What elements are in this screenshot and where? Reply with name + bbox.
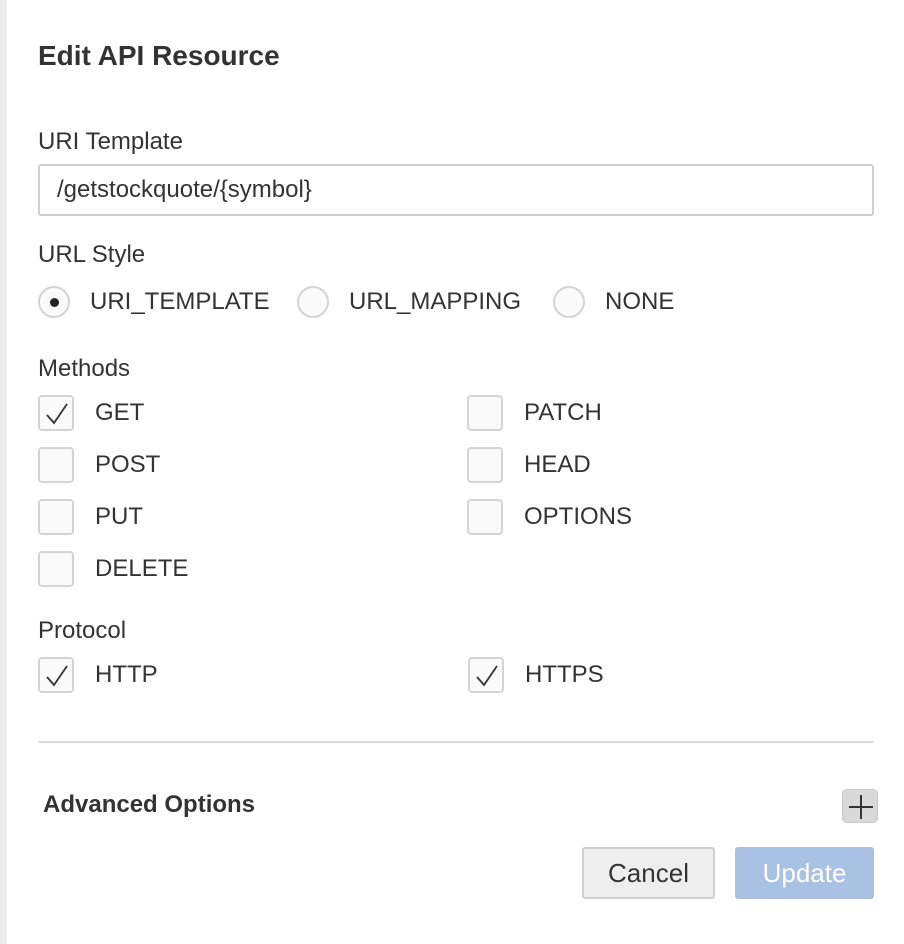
url-style-option-uri-template[interactable]: URI_TEMPLATE — [38, 285, 270, 319]
checkbox-label: HTTP — [95, 661, 158, 688]
left-border — [0, 0, 7, 944]
protocol-https[interactable]: HTTPS — [468, 657, 604, 693]
method-get[interactable]: GET — [38, 395, 145, 431]
checkbox-head[interactable] — [467, 447, 503, 483]
checkbox-label: POST — [95, 451, 161, 478]
radio-none[interactable] — [553, 286, 585, 318]
checkbox-post[interactable] — [38, 447, 74, 483]
uri-template-label: URI Template — [38, 128, 183, 155]
cancel-button[interactable]: Cancel — [582, 847, 715, 899]
radio-url-mapping[interactable] — [297, 286, 329, 318]
edit-resource-panel: Edit API Resource URI Template URL Style… — [38, 0, 878, 944]
plus-icon — [849, 795, 873, 819]
uri-template-input[interactable] — [38, 164, 874, 216]
check-icon — [46, 403, 68, 425]
checkbox-label: HEAD — [524, 451, 591, 478]
advanced-options-title: Advanced Options — [43, 791, 256, 818]
method-delete[interactable]: DELETE — [38, 551, 189, 587]
checkbox-label: DELETE — [95, 555, 189, 582]
url-style-option-url-mapping[interactable]: URL_MAPPING — [297, 285, 521, 319]
section-divider — [38, 741, 874, 743]
radio-label: NONE — [605, 288, 675, 315]
checkbox-label: GET — [95, 399, 145, 426]
method-options[interactable]: OPTIONS — [467, 499, 633, 535]
method-head[interactable]: HEAD — [467, 447, 591, 483]
method-patch[interactable]: PATCH — [467, 395, 602, 431]
method-post[interactable]: POST — [38, 447, 161, 483]
radio-uri-template[interactable] — [38, 286, 70, 318]
check-icon — [476, 665, 498, 687]
checkbox-https[interactable] — [468, 657, 504, 693]
methods-label: Methods — [38, 355, 131, 382]
checkbox-delete[interactable] — [38, 551, 74, 587]
checkbox-label: OPTIONS — [524, 503, 633, 530]
update-button[interactable]: Update — [735, 847, 874, 899]
checkbox-http[interactable] — [38, 657, 74, 693]
checkbox-get[interactable] — [38, 395, 74, 431]
check-icon — [46, 665, 68, 687]
expand-advanced-button[interactable] — [842, 789, 878, 823]
url-style-option-none[interactable]: NONE — [553, 285, 674, 319]
checkbox-label: PATCH — [524, 399, 602, 426]
checkbox-put[interactable] — [38, 499, 74, 535]
method-put[interactable]: PUT — [38, 499, 143, 535]
dialog-title: Edit API Resource — [38, 40, 280, 71]
checkbox-label: PUT — [95, 503, 143, 530]
protocol-label: Protocol — [38, 617, 127, 644]
radio-label: URL_MAPPING — [349, 288, 522, 315]
url-style-label: URL Style — [38, 241, 146, 268]
checkbox-patch[interactable] — [467, 395, 503, 431]
checkbox-label: HTTPS — [525, 661, 604, 688]
radio-label: URI_TEMPLATE — [90, 288, 270, 315]
checkbox-options[interactable] — [467, 499, 503, 535]
protocol-http[interactable]: HTTP — [38, 657, 158, 693]
